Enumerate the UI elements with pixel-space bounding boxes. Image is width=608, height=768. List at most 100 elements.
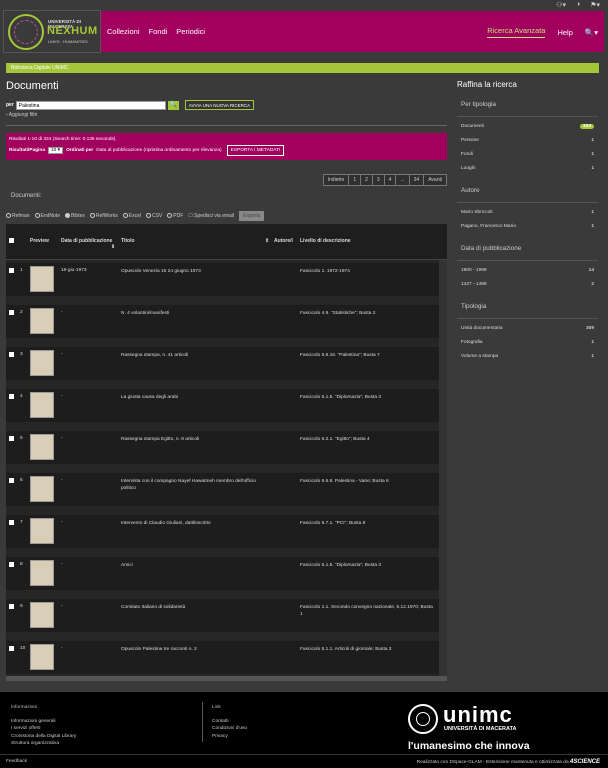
search-input[interactable]: Palestina — [15, 100, 166, 110]
facet-item[interactable]: Fotografia 1 — [461, 340, 594, 345]
table-row[interactable]: 5 - Rassegna stampa Egitto, n. 8 articoli F… — [6, 431, 439, 464]
document-thumbnail[interactable] — [30, 434, 54, 460]
search-go-button[interactable]: 🔍 — [167, 100, 179, 110]
col-author[interactable]: Autore/i — [274, 238, 293, 244]
select-all-checkbox[interactable] — [9, 238, 14, 245]
table-row[interactable]: 4 - La giusta causa degli arabi Fascicolo 5… — [6, 389, 439, 422]
row-checkbox[interactable] — [9, 268, 14, 273]
row-level[interactable]: Fascicolo 5.6.8. Palestina - Varie; Bust… — [300, 478, 435, 485]
row-title[interactable]: Rassegna stampa Egitto, n. 8 articoli — [121, 436, 271, 443]
document-thumbnail[interactable] — [30, 644, 54, 670]
row-checkbox[interactable] — [9, 604, 14, 609]
document-thumbnail[interactable] — [30, 266, 54, 292]
export-refworks[interactable]: RefWorks — [89, 213, 118, 219]
4science-logo[interactable]: 4SCIENCE — [570, 759, 600, 765]
table-row[interactable]: 1 16-giu-1973 Opuscolo Venezia 16 24 giugn… — [6, 263, 439, 296]
row-level[interactable]: Fascicolo 5.1.5. "Diplomazia"; Busta 3 — [300, 394, 435, 401]
row-level[interactable]: Fascicolo 5.6.16. "Palestina"; Busta 7 — [300, 352, 435, 359]
vertical-scrollbar[interactable] — [439, 260, 447, 677]
sort-icon[interactable]: ⇕ — [61, 244, 115, 250]
facet-item[interactable]: Unità documentaria 309 — [461, 326, 594, 331]
row-checkbox[interactable] — [9, 520, 14, 525]
row-level[interactable]: Fascicolo 1.1. Secondo convegno nazional… — [300, 604, 435, 618]
row-title[interactable]: Intervento di Claudio Giuliani, dattilos… — [121, 520, 271, 527]
page-prev[interactable]: Indietro — [322, 174, 350, 186]
per-page-select[interactable]: 10 ▾ — [47, 147, 64, 154]
document-thumbnail[interactable] — [30, 518, 54, 544]
document-thumbnail[interactable] — [30, 602, 54, 628]
row-checkbox[interactable] — [9, 562, 14, 567]
row-title[interactable]: Rassegna stampa, n. 41 articoli — [121, 352, 271, 359]
facet-item[interactable]: Persone 1 — [461, 138, 594, 143]
table-row[interactable]: 10 - Opuscolo Palestina tre racconti n. 2 F… — [6, 641, 439, 674]
row-checkbox[interactable] — [9, 646, 14, 651]
footer-link[interactable]: Informazioni generali — [11, 718, 76, 726]
page-next[interactable]: Avanti — [423, 174, 447, 186]
row-level[interactable]: Fascicolo 5.1.1. Articoli di giornale; B… — [300, 646, 435, 653]
row-level[interactable]: Fascicolo 5.7.1. "PCI"; Busta 8 — [300, 520, 435, 527]
table-row[interactable]: 7 - Intervento di Claudio Giuliani, dattil… — [6, 515, 439, 548]
row-title[interactable]: Amici — [121, 562, 271, 569]
row-checkbox[interactable] — [9, 394, 14, 399]
footer-link[interactable]: Privacy — [212, 733, 247, 741]
row-title[interactable]: N. 4 volantini/manifesti — [121, 310, 271, 317]
facet-item[interactable]: Pagano, Francesco Mario 1 — [461, 224, 594, 229]
row-title[interactable]: Comitato Italiano di solidarietà — [121, 604, 271, 611]
export-refman[interactable]: Refman — [6, 213, 30, 219]
footer-link[interactable]: Cronistoria della Digital Library — [11, 733, 76, 741]
sort-value[interactable]: Data di pubblicazione (ripristina ordina… — [96, 148, 221, 153]
row-title[interactable]: Intervista con il compagno Nayef Hawatme… — [121, 478, 271, 492]
search-icon[interactable]: 🔍▾ — [585, 28, 598, 37]
export-pdf[interactable]: PDF — [167, 213, 183, 219]
facet-item[interactable]: Luoghi 1 — [461, 166, 594, 171]
sort-icon[interactable]: ⇕ — [265, 238, 269, 244]
nexhum-logo[interactable]: UNIVERSITÀ DI MACERATA NEXHUM LINKS · HU… — [3, 10, 101, 53]
row-level[interactable]: Fascicolo 5.2.1. "Egitto"; Busta 4 — [300, 436, 435, 443]
col-title[interactable]: Titolo — [121, 238, 135, 244]
document-thumbnail[interactable] — [30, 476, 54, 502]
table-row[interactable]: 9 - Comitato Italiano di solidarietà Fascic… — [6, 599, 439, 632]
export-excel[interactable]: Excel — [122, 213, 141, 219]
col-level[interactable]: Livello di descrizione — [300, 238, 351, 244]
row-level[interactable]: Fascicolo 5.1.5. "Diplomazia"; Busta 3 — [300, 562, 435, 569]
export-endnote[interactable]: EndNote — [34, 213, 60, 219]
facet-item[interactable]: 1900 - 1999 14 — [461, 268, 594, 273]
new-search-button[interactable]: AVVIA UNA NUOVA RICERCA — [184, 100, 255, 110]
page-34[interactable]: 34 — [408, 174, 425, 186]
row-checkbox[interactable] — [9, 436, 14, 441]
table-row[interactable]: 8 - Amici Fascicolo 5.1.5. "Diplomazia"; Bu… — [6, 557, 439, 590]
nav-collezioni[interactable]: Collezioni — [107, 27, 140, 36]
facet-item[interactable]: Documenti 334 — [461, 124, 594, 129]
breadcrumb[interactable]: Biblioteca Digitale UNIMC — [6, 63, 599, 73]
row-checkbox[interactable] — [9, 478, 14, 483]
table-row[interactable]: 3 - Rassegna stampa, n. 41 articoli Fascico… — [6, 347, 439, 380]
row-title[interactable]: La giusta causa degli arabi — [121, 394, 271, 401]
row-level[interactable]: Fascicolo 4.9. "Statistiche"; Busta 2 — [300, 310, 435, 317]
col-date[interactable]: Data di pubblicazione ⇕ — [61, 238, 115, 250]
row-checkbox[interactable] — [9, 310, 14, 315]
footer-link[interactable]: Contatti — [212, 718, 247, 726]
feedback-link[interactable]: Feedback — [6, 759, 27, 764]
row-checkbox[interactable] — [9, 352, 14, 357]
export-bibtex[interactable]: Bibtex — [64, 213, 85, 219]
nav-advanced-search[interactable]: Ricerca Avanzata — [487, 26, 546, 38]
send-email-checkbox[interactable]: ☐ Spedisci via email — [188, 213, 234, 219]
table-row[interactable]: 6 - Intervista con il compagno Nayef Hawat… — [6, 473, 439, 506]
nav-fondi[interactable]: Fondi — [149, 27, 168, 36]
facet-item[interactable]: 1427 - 1499 2 — [461, 282, 594, 287]
nav-help[interactable]: Help — [557, 28, 572, 37]
export-metadata-button[interactable]: ESPORTA I METADATI — [226, 145, 285, 156]
document-thumbnail[interactable] — [30, 560, 54, 586]
nav-periodici[interactable]: Periodici — [176, 27, 205, 36]
document-thumbnail[interactable] — [30, 308, 54, 334]
horizontal-scrollbar[interactable] — [6, 676, 447, 681]
footer-link[interactable]: I servizi offerti — [11, 725, 76, 733]
facet-item[interactable]: Volume a stampa 1 — [461, 354, 594, 359]
footer-link[interactable]: Condizioni d'uso — [212, 725, 247, 733]
table-row[interactable]: 2 - N. 4 volantini/manifesti Fascicolo 4.9.… — [6, 305, 439, 338]
facet-item[interactable]: Mario Sbriccoli 1 — [461, 210, 594, 215]
export-csv[interactable]: CSV — [145, 213, 162, 219]
row-level[interactable]: Fascicolo 1. 1972-1974 — [300, 268, 435, 275]
add-filters-link[interactable]: › Aggiungi filtri — [6, 112, 37, 118]
row-title[interactable]: Opuscolo Venezia 16 24 giugno 1973 — [121, 268, 271, 275]
